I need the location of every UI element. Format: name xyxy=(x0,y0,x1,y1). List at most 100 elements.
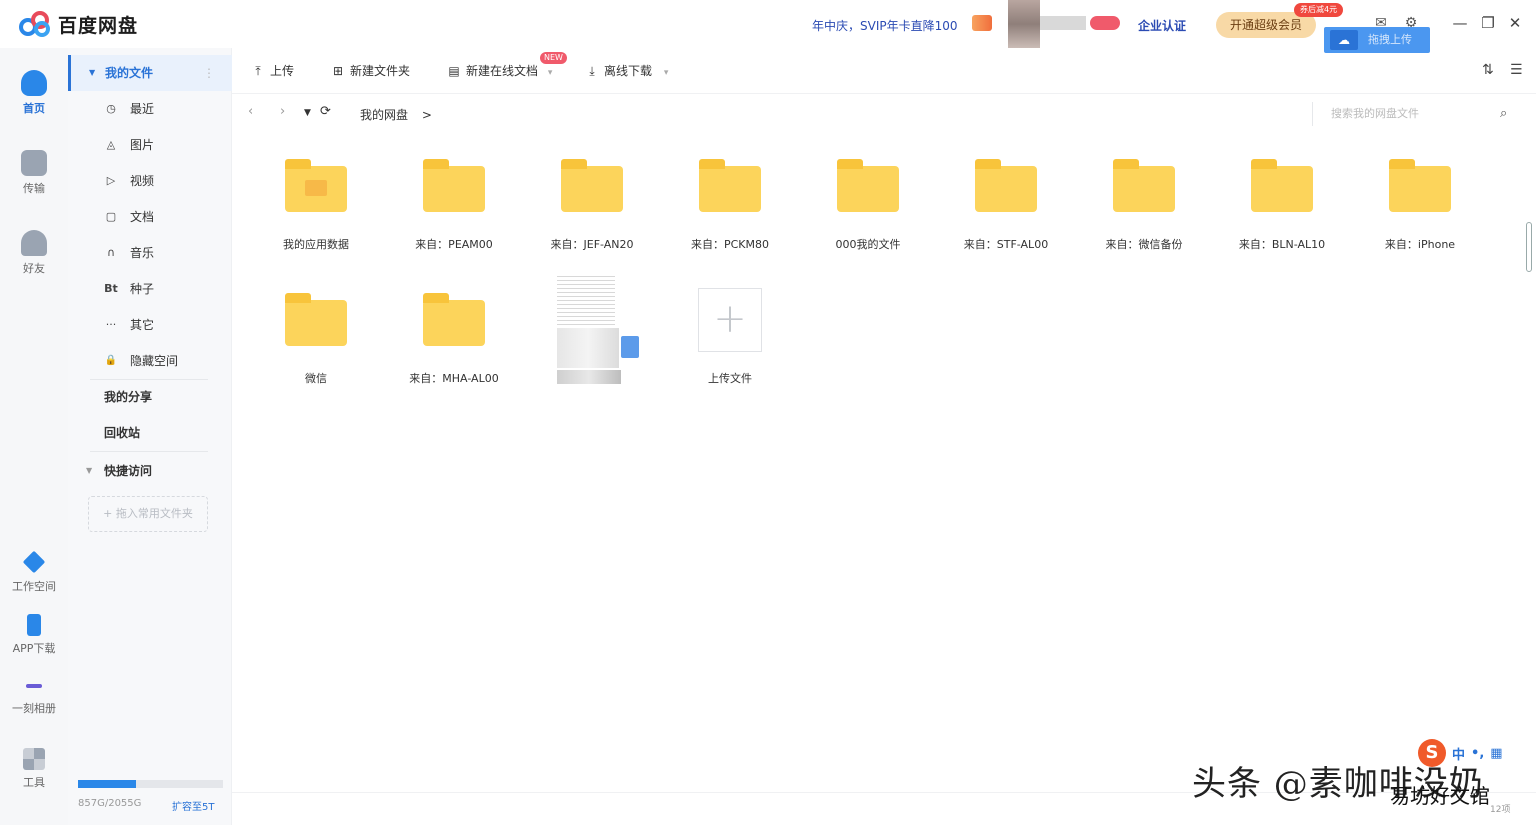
new-online-doc-button[interactable]: ▤ 新建在线文档 ▾ xyxy=(446,62,552,79)
sidebar-item-music[interactable]: ∩ 音乐 xyxy=(68,235,232,271)
cloud-logo-icon: ☁ xyxy=(1330,30,1358,50)
file-item-folder[interactable]: 我的应用数据 xyxy=(248,140,384,260)
rail-label: 好友 xyxy=(23,262,45,275)
file-item-folder[interactable]: 来自：MHA-AL00 xyxy=(386,274,522,394)
sidebar-item-label: 音乐 xyxy=(130,246,155,260)
promo-link[interactable]: 年中庆，SVIP年卡直降100 xyxy=(812,17,958,34)
username-blurred xyxy=(1040,16,1086,30)
quick-access-drop-zone[interactable]: + 拖入常用文件夹 xyxy=(88,496,208,532)
history-dropdown-icon[interactable]: ▼ xyxy=(304,108,311,118)
app-logo: 百度网盘 xyxy=(18,10,138,38)
rail-label: 工具 xyxy=(23,776,45,789)
navigation-bar: ‹ › ▼ ⟳ 我的网盘 > 搜索我的网盘文件 ⌕ xyxy=(232,94,1536,134)
sort-icon[interactable]: ⇅ xyxy=(1482,62,1494,78)
sidebar-item-label: 最近 xyxy=(130,102,155,116)
breadcrumb-separator: > xyxy=(421,108,432,122)
sidebar-item-label: 我的分享 xyxy=(104,390,153,404)
document-preview xyxy=(557,276,615,326)
folder-icon xyxy=(1113,159,1175,212)
sidebar-item-recycle[interactable]: 回收站 xyxy=(68,415,232,451)
rail-friends[interactable]: 好友 xyxy=(0,230,68,276)
file-item-document[interactable] xyxy=(524,274,660,394)
rail-home[interactable]: 首页 xyxy=(0,70,68,116)
sidebar-item-recent[interactable]: ◷ 最近 xyxy=(68,91,232,127)
sidebar-item-label: 快捷访问 xyxy=(104,464,153,478)
sidebar-item-videos[interactable]: ▷ 视频 xyxy=(68,163,232,199)
breadcrumb-root[interactable]: 我的网盘 xyxy=(360,108,408,122)
file-item-folder[interactable]: 来自：JEF-AN20 xyxy=(524,140,660,260)
download-icon: ⤓ xyxy=(589,64,595,78)
restore-button[interactable]: ❐ xyxy=(1478,12,1498,34)
sidebar-item-my-files[interactable]: ▼ 我的文件 ⋮ xyxy=(68,55,232,91)
forward-arrow-icon[interactable]: › xyxy=(280,104,285,119)
sidebar-item-label: 视频 xyxy=(130,174,155,188)
sidebar-item-hidden-space[interactable]: 🔒 隐藏空间 xyxy=(68,343,232,379)
list-view-icon[interactable]: ☰ xyxy=(1510,62,1523,78)
search-icon[interactable]: ⌕ xyxy=(1500,106,1507,121)
file-item-folder[interactable]: 000我的文件 xyxy=(800,140,936,260)
storage-usage: 857G/2055G xyxy=(78,798,142,809)
grid-icon: ▦ xyxy=(1490,745,1503,761)
file-item-folder[interactable]: 来自：PEAM00 xyxy=(386,140,522,260)
minimize-button[interactable]: — xyxy=(1450,12,1470,34)
sidebar-item-label: 我的文件 xyxy=(105,66,154,80)
rail-album[interactable]: 一刻相册 xyxy=(0,678,68,716)
document-icon: ▤ xyxy=(448,64,460,78)
sidebar-item-torrents[interactable]: Bt 种子 xyxy=(68,271,232,307)
sidebar-item-other[interactable]: ··· 其它 xyxy=(68,307,232,343)
file-item-folder[interactable]: 来自：微信备份 xyxy=(1076,140,1212,260)
folder-icon xyxy=(285,293,347,346)
back-arrow-icon[interactable]: ‹ xyxy=(248,104,253,119)
drag-upload-label: 拖拽上传 xyxy=(1368,33,1412,46)
file-item-upload[interactable]: + 上传文件 xyxy=(662,274,798,394)
search-input[interactable]: 搜索我的网盘文件 xyxy=(1312,102,1522,126)
rail-app-download[interactable]: APP下载 xyxy=(0,614,68,656)
folder-icon xyxy=(699,159,761,212)
baidu-netdisk-logo-icon xyxy=(19,11,50,37)
breadcrumb: 我的网盘 > xyxy=(360,106,432,123)
rail-transfer[interactable]: 传输 xyxy=(0,150,68,196)
scrollbar[interactable] xyxy=(1526,222,1532,272)
close-button[interactable]: ✕ xyxy=(1505,12,1525,34)
new-online-doc-label: 新建在线文档 xyxy=(466,64,539,78)
file-item-folder[interactable]: 来自：BLN-AL10 xyxy=(1214,140,1350,260)
app-folder-icon xyxy=(285,159,347,212)
vip-badge-icon[interactable] xyxy=(1090,16,1120,30)
cloud-icon xyxy=(21,70,47,96)
file-item-folder[interactable]: 来自：STF-AL00 xyxy=(938,140,1074,260)
sidebar-item-images[interactable]: ◬ 图片 xyxy=(68,127,232,163)
rail-label: 一刻相册 xyxy=(12,702,56,715)
file-name: 我的应用数据 xyxy=(283,238,349,251)
briefcase-icon xyxy=(305,180,327,196)
new-folder-button[interactable]: ⊞ 新建文件夹 xyxy=(330,62,410,79)
sidebar-item-quick-access[interactable]: ▼ 快捷访问 xyxy=(68,453,232,489)
file-name: 000我的文件 xyxy=(835,238,901,251)
refresh-icon[interactable]: ⟳ xyxy=(320,104,331,119)
drag-upload-widget[interactable]: ☁ 拖拽上传 xyxy=(1324,27,1430,53)
enterprise-auth-link[interactable]: 企业认证 xyxy=(1138,17,1186,34)
file-item-folder[interactable]: 来自：PCKM80 xyxy=(662,140,798,260)
avatar[interactable] xyxy=(1008,0,1040,48)
sidebar-item-docs[interactable]: ▢ 文档 xyxy=(68,199,232,235)
divider xyxy=(90,451,208,452)
upload-button[interactable]: ⤒ 上传 xyxy=(250,62,294,79)
sidebar-item-my-share[interactable]: 我的分享 xyxy=(68,379,232,415)
play-icon: ▷ xyxy=(106,174,116,187)
tools-grid-icon xyxy=(23,748,45,770)
file-item-folder[interactable]: 来自：iPhone xyxy=(1352,140,1488,260)
phone-icon xyxy=(27,614,41,636)
rail-label: 首页 xyxy=(23,102,45,115)
file-name: 来自：STF-AL00 xyxy=(963,238,1049,251)
rail-label: 传输 xyxy=(23,182,45,195)
folder-icon xyxy=(837,159,899,212)
rail-tools[interactable]: 工具 xyxy=(0,748,68,790)
gift-icon[interactable] xyxy=(972,15,992,31)
folder-icon xyxy=(1389,159,1451,212)
file-item-folder[interactable]: 微信 xyxy=(248,274,384,394)
expand-storage-link[interactable]: 扩容至5T xyxy=(172,798,214,813)
offline-download-button[interactable]: ⤓ 离线下载 ▾ xyxy=(584,62,668,79)
more-icon[interactable]: ⋮ xyxy=(203,55,215,91)
rail-workspace[interactable]: 工作空间 xyxy=(0,550,68,594)
app-name: 百度网盘 xyxy=(58,14,139,37)
chevron-down-icon: ▾ xyxy=(663,68,669,78)
